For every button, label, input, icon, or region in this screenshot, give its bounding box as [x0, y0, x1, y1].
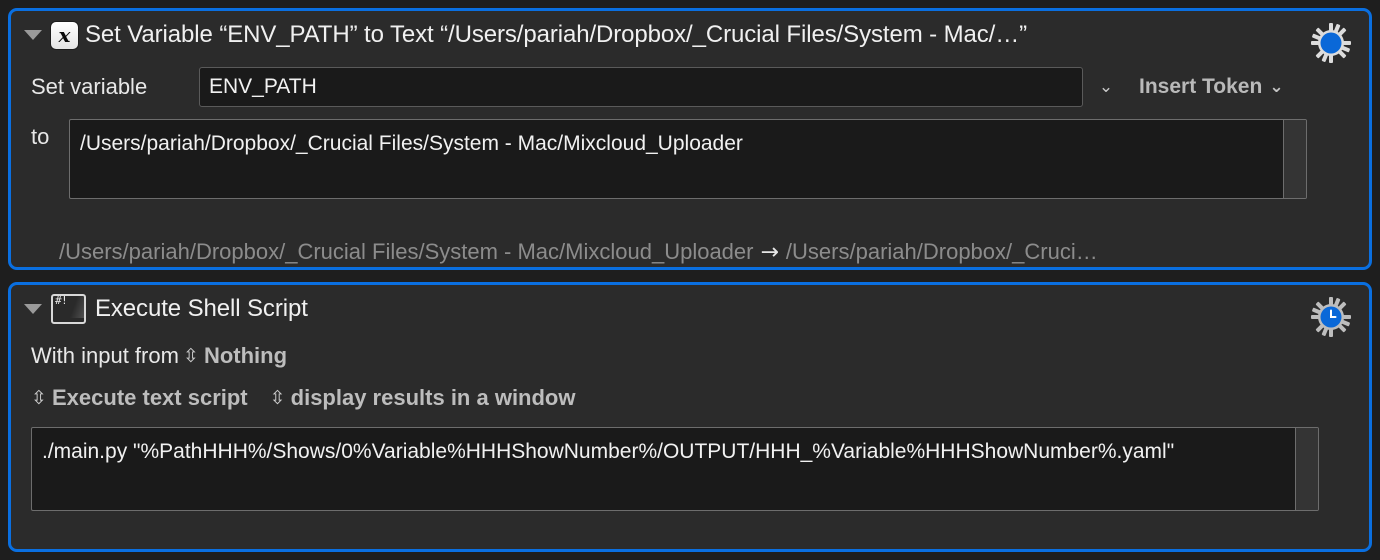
shebang-glyph: #! — [55, 294, 68, 307]
page-title: Execute Shell Script — [95, 295, 308, 322]
stepper-updown-icon: ⇳ — [182, 344, 199, 367]
preview-right: /Users/pariah/Dropbox/_Cruci… — [785, 239, 1098, 264]
with-input-from-label: With input from — [31, 343, 179, 368]
script-options-row: ⇳ Execute text script ⇳ display results … — [11, 385, 1369, 411]
shell-script-textarea[interactable]: ./main.py "%PathHHH%/Shows/0%Variable%HH… — [31, 427, 1319, 511]
input-source-value: Nothing — [203, 343, 288, 368]
stepper-updown-icon: ⇳ — [31, 386, 47, 409]
input-source-row: With input from ⇳ Nothing — [11, 343, 1369, 369]
macro-editor-canvas: x Set Variable “ENV_PATH” to Text “/User… — [0, 0, 1380, 560]
scrollbar-vertical[interactable] — [1295, 428, 1318, 510]
input-source-popup[interactable]: With input from ⇳ Nothing — [31, 343, 287, 369]
scrollbar-vertical[interactable] — [1283, 120, 1306, 198]
chevron-down-icon: ⌄ — [1269, 76, 1284, 97]
results-destination-popup[interactable]: ⇳ display results in a window — [270, 385, 576, 411]
panel-header-shell-script: #! Execute Shell Script — [11, 285, 1369, 333]
results-destination-value: display results in a window — [290, 385, 576, 410]
stepper-updown-icon: ⇳ — [269, 386, 286, 409]
set-variable-icon: x — [51, 21, 78, 49]
script-mode-popup[interactable]: ⇳ Execute text script — [31, 385, 248, 411]
to-label: to — [31, 124, 50, 149]
shell-script-text: ./main.py "%PathHHH%/Shows/0%Variable%HH… — [42, 440, 1175, 463]
variable-value-textarea[interactable]: /Users/pariah/Dropbox/_Crucial Files/Sys… — [69, 119, 1307, 199]
script-textarea-row: ./main.py "%PathHHH%/Shows/0%Variable%HH… — [11, 427, 1369, 511]
page-title: Set Variable “ENV_PATH” to Text “/Users/… — [85, 21, 1028, 48]
set-variable-label: Set variable — [31, 74, 148, 99]
chevron-down-icon[interactable]: ⌄ — [1095, 67, 1117, 107]
to-row: to /Users/pariah/Dropbox/_Crucial Files/… — [11, 119, 1369, 199]
gear-clock-icon[interactable] — [1309, 295, 1353, 339]
variable-name-input[interactable]: ENV_PATH — [199, 67, 1083, 107]
panel-header-set-variable: x Set Variable “ENV_PATH” to Text “/User… — [11, 11, 1369, 59]
action-panel-execute-shell-script[interactable]: #! Execute Shell Script With input from … — [8, 282, 1372, 552]
set-variable-row: Set variable ENV_PATH ⌄ Insert Token ⌄ — [11, 67, 1369, 107]
triangle-down-icon[interactable] — [23, 24, 43, 46]
icon-sheen — [68, 296, 84, 318]
script-mode-value: Execute text script — [52, 385, 248, 410]
variable-value-text: /Users/pariah/Dropbox/_Crucial Files/Sys… — [80, 132, 743, 155]
gear-icon[interactable] — [1309, 21, 1353, 65]
variable-preview: /Users/pariah/Dropbox/_Crucial Files/Sys… — [59, 239, 1351, 265]
insert-token-label: Insert Token — [1139, 75, 1263, 98]
arrow-right-icon: → — [760, 240, 779, 265]
action-panel-set-variable[interactable]: x Set Variable “ENV_PATH” to Text “/User… — [8, 8, 1372, 270]
preview-left: /Users/pariah/Dropbox/_Crucial Files/Sys… — [59, 239, 754, 264]
shell-script-icon: #! — [51, 294, 86, 324]
triangle-down-icon[interactable] — [23, 298, 43, 320]
insert-token-button[interactable]: Insert Token ⌄ — [1139, 67, 1284, 107]
